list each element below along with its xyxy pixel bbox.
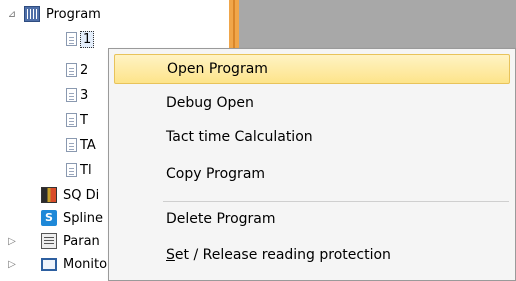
menu-item-open-program[interactable]: Open Program — [114, 54, 510, 84]
tree-item-program-ta[interactable]: TA — [64, 135, 96, 155]
tree-item-label: Program — [46, 6, 101, 22]
menu-item-copy-program[interactable]: Copy Program — [114, 159, 510, 189]
program-file-icon — [66, 63, 77, 77]
tree-item-label: Tl — [80, 162, 92, 178]
parameter-icon — [41, 233, 57, 249]
tree-item-label: 3 — [80, 87, 89, 103]
menu-item-label: Debug Open — [166, 95, 254, 111]
tree-item-program-2[interactable]: 2 — [64, 60, 88, 80]
context-menu: Open Program Debug Open Tact time Calcul… — [108, 48, 516, 281]
tree-item-label: Spline — [63, 210, 103, 226]
program-folder-icon — [24, 6, 40, 22]
menu-item-label: Set / Release reading protection — [166, 247, 391, 263]
spline-icon: S — [41, 210, 57, 226]
menu-item-debug-open[interactable]: Debug Open — [114, 88, 510, 118]
program-file-icon — [66, 138, 77, 152]
tree-item-program-3[interactable]: 3 — [64, 85, 88, 105]
expand-triangle-icon[interactable]: ▷ — [6, 258, 18, 270]
tree-item-monitor[interactable]: ▷ Monitor — [6, 254, 112, 274]
tree-item-label: Monitor — [63, 256, 113, 272]
tree-item-program[interactable]: ⊿ Program — [6, 4, 101, 24]
program-file-icon — [66, 88, 77, 102]
menu-item-set-release-reading-protection[interactable]: Set / Release reading protection — [114, 240, 510, 270]
sq-diagram-icon — [41, 187, 57, 203]
menu-item-delete-program[interactable]: Delete Program — [114, 204, 510, 234]
tree-item-param[interactable]: ▷ Paran — [6, 231, 100, 251]
tree-item-label: SQ Di — [63, 187, 100, 203]
menu-item-label: Copy Program — [166, 166, 266, 182]
menu-item-tact-time-calculation[interactable]: Tact time Calculation — [114, 122, 510, 152]
tree-item-sq[interactable]: SQ Di — [41, 185, 99, 205]
program-file-icon — [66, 113, 77, 127]
tree-item-program-1[interactable]: 1 — [64, 29, 95, 49]
tree-item-label: TA — [80, 137, 96, 153]
menu-item-label: Tact time Calculation — [166, 129, 313, 145]
tree-item-label: T — [80, 112, 88, 128]
tree-item-program-t[interactable]: T — [64, 110, 88, 130]
monitor-icon — [41, 257, 57, 271]
collapse-triangle-icon[interactable]: ⊿ — [6, 8, 18, 20]
tree-item-spline[interactable]: S Spline — [41, 208, 103, 228]
tree-item-label: 2 — [80, 62, 89, 78]
menu-accelerator-key: S — [166, 247, 175, 263]
menu-item-label: Delete Program — [166, 211, 276, 227]
program-file-icon — [66, 32, 77, 46]
menu-item-label: Open Program — [167, 61, 268, 77]
menu-separator — [163, 201, 509, 202]
expand-triangle-icon[interactable]: ▷ — [6, 235, 18, 247]
menu-item-label-rest: et / Release reading protection — [174, 247, 391, 263]
tree-item-label: 1 — [80, 30, 95, 48]
tree-item-label: Paran — [63, 233, 100, 249]
tree-item-program-tl[interactable]: Tl — [64, 160, 92, 180]
program-file-icon — [66, 163, 77, 177]
